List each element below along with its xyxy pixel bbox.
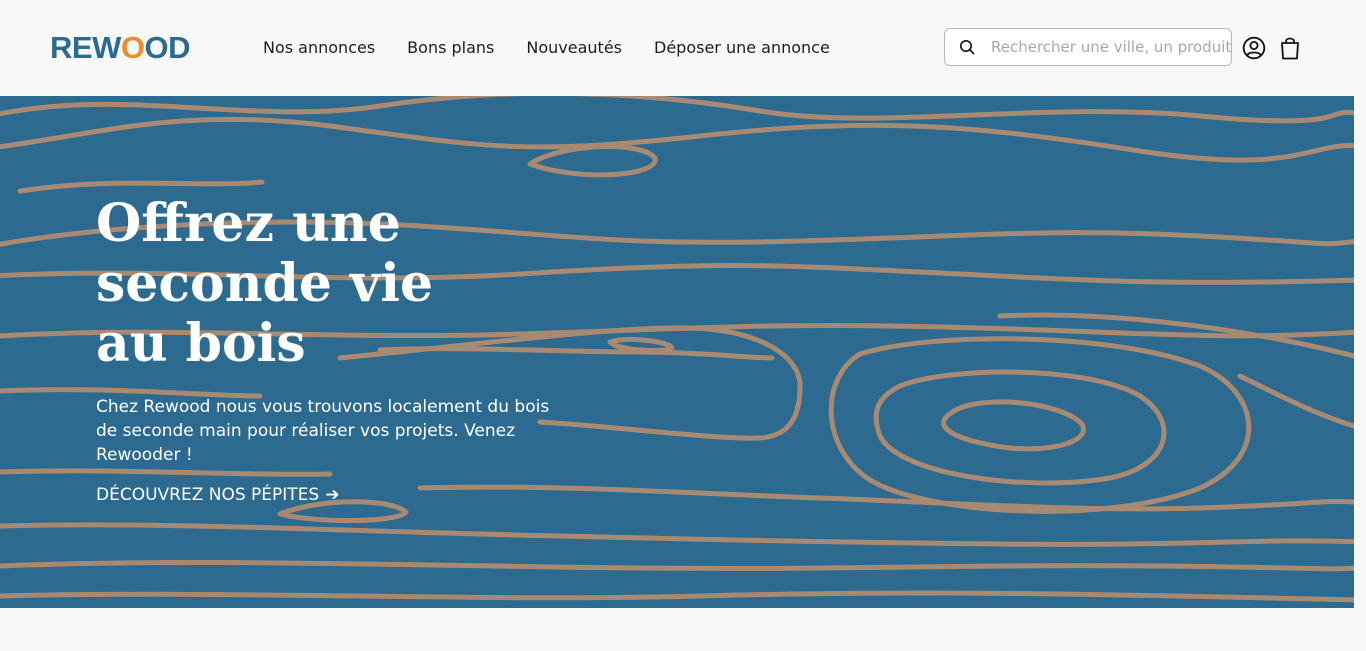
arrow-right-icon: ➔ — [325, 485, 340, 505]
nav-item-deposer-annonce[interactable]: Déposer une annonce — [654, 36, 830, 60]
page-scrollbar[interactable] — [1354, 96, 1366, 608]
hero-banner: Offrez une seconde vie au bois Chez Rewo… — [0, 96, 1354, 608]
discover-cta-link[interactable]: DÉCOUVREZ NOS PÉPITES ➔ — [96, 483, 339, 507]
cta-label: DÉCOUVREZ NOS PÉPITES — [96, 485, 320, 505]
hero-title-line-1: Offrez une — [96, 193, 401, 254]
user-circle-icon[interactable] — [1242, 36, 1266, 60]
site-header: REW O OD Nos annonces Bons plans Nouveauté… — [0, 0, 1366, 96]
hero-title: Offrez une seconde vie au bois — [96, 194, 556, 374]
search-icon[interactable] — [959, 39, 975, 55]
hero-title-line-2: seconde vie — [96, 253, 434, 314]
logo-text-end: OD — [144, 30, 190, 65]
main-nav: Nos annonces Bons plans Nouveautés Dépos… — [263, 36, 862, 60]
search-input[interactable] — [991, 38, 1231, 56]
hero-description: Chez Rewood nous vous trouvons localemen… — [96, 397, 550, 465]
logo-text-start: REW — [50, 30, 121, 65]
nav-item-bons-plans[interactable]: Bons plans — [407, 36, 494, 60]
hero-title-line-3: au bois — [96, 313, 306, 374]
search-bar[interactable] — [944, 28, 1232, 66]
rewood-logo[interactable]: REW O OD — [50, 30, 190, 66]
nav-item-nouveautes[interactable]: Nouveautés — [526, 36, 622, 60]
logo-orange-o: O — [120, 30, 145, 65]
shopping-bag-icon[interactable] — [1279, 36, 1301, 60]
nav-item-nos-annonces[interactable]: Nos annonces — [263, 36, 375, 60]
